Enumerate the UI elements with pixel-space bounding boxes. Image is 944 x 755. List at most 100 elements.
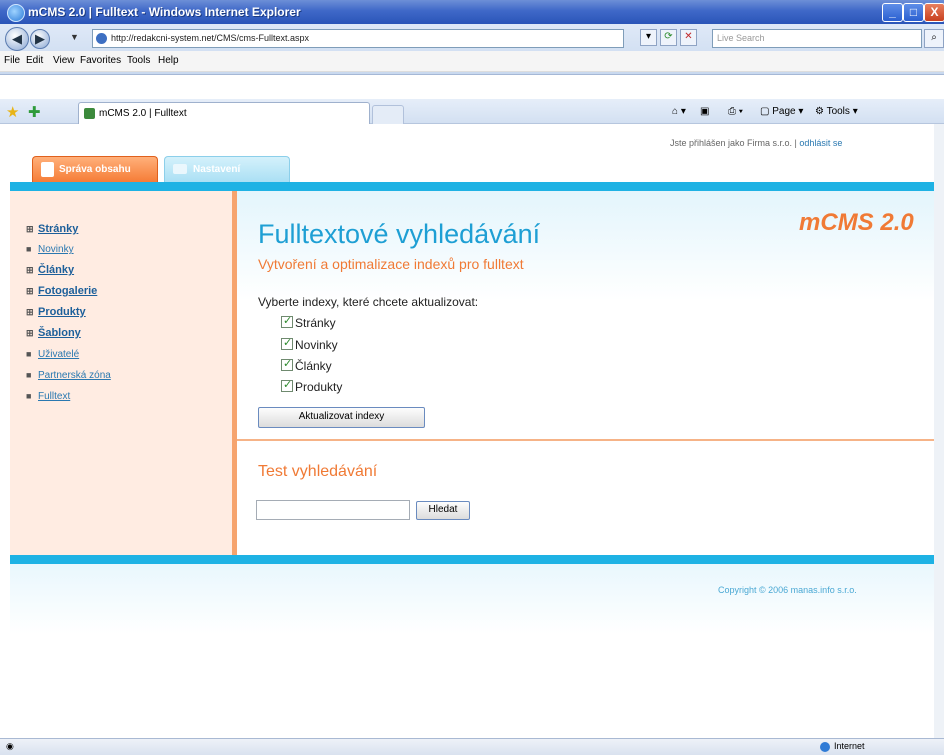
new-tab-button[interactable] bbox=[372, 105, 404, 125]
tools-menu[interactable]: ⚙ Tools ▾ bbox=[815, 106, 858, 117]
address-text: http://redakcni-system.net/CMS/cms-Fullt… bbox=[111, 33, 310, 43]
page-subtitle: Vytvoření a optimalizace indexů pro full… bbox=[258, 256, 524, 272]
browser-tab-active[interactable]: mCMS 2.0 | Fulltext bbox=[78, 102, 370, 125]
bullet-icon: ■ bbox=[26, 244, 32, 254]
expand-icon: ⊞ bbox=[26, 307, 34, 317]
expand-icon: ⊞ bbox=[26, 224, 34, 234]
sidebar-item-label: Články bbox=[38, 264, 75, 276]
update-indexes-button[interactable]: Aktualizovat indexy bbox=[258, 407, 425, 428]
tab-settings[interactable]: Nastavení bbox=[164, 156, 290, 183]
close-window-button[interactable]: X bbox=[924, 3, 944, 22]
checkbox-icon[interactable] bbox=[281, 336, 293, 350]
sidebar-item-sablony[interactable]: ⊞ Šablony bbox=[26, 327, 81, 339]
fulltext-search-input[interactable] bbox=[256, 500, 410, 520]
footer: Copyright © 2006 manas.info s.r.o. bbox=[10, 564, 934, 738]
back-button[interactable]: ◀ bbox=[5, 27, 29, 51]
bottom-accent-bar bbox=[10, 555, 934, 564]
stop-icon[interactable]: ✕ bbox=[680, 29, 697, 46]
copyright: Copyright © 2006 manas.info s.r.o. bbox=[718, 585, 857, 595]
add-favorite-icon[interactable]: ✚ bbox=[28, 103, 41, 121]
sidebar-item-label: Partnerská zóna bbox=[38, 370, 111, 381]
address-dropdown-icon[interactable]: ▾ bbox=[640, 29, 657, 46]
index-select-label: Vyberte indexy, které chcete aktualizova… bbox=[258, 295, 479, 309]
ie-icon bbox=[7, 4, 25, 22]
feeds-icon[interactable]: ▣ bbox=[700, 106, 709, 117]
minimize-button[interactable]: _ bbox=[882, 3, 903, 22]
section-divider bbox=[237, 439, 934, 441]
sidebar-item-label: Fotogalerie bbox=[38, 285, 98, 297]
page-menu[interactable]: ▢ Page ▾ bbox=[760, 106, 803, 117]
search-placeholder: Live Search bbox=[717, 33, 765, 43]
checkbox-icon[interactable] bbox=[281, 357, 293, 371]
page-title: Fulltextové vyhledávání bbox=[258, 219, 541, 249]
menu-tools[interactable]: Tools bbox=[127, 55, 150, 66]
refresh-icon[interactable]: ⟳ bbox=[660, 29, 677, 46]
history-dropdown-icon[interactable]: ▼ bbox=[70, 32, 79, 42]
bullet-icon: ■ bbox=[26, 349, 32, 359]
logout-link[interactable]: odhlásit se bbox=[799, 138, 842, 148]
settings-icon bbox=[173, 164, 187, 174]
zone-label: Internet bbox=[834, 741, 865, 751]
menu-file[interactable]: File bbox=[4, 55, 20, 66]
address-field[interactable]: http://redakcni-system.net/CMS/cms-Fullt… bbox=[92, 29, 624, 48]
sidebar-item-label: Stránky bbox=[38, 223, 79, 235]
sidebar-item-stranky[interactable]: ⊞ Stránky bbox=[26, 223, 78, 235]
expand-icon: ⊞ bbox=[26, 286, 34, 296]
web-page: Jste přihlášen jako Firma s.r.o. | odhlá… bbox=[0, 124, 944, 738]
tab-content-management-label: Správa obsahu bbox=[59, 164, 131, 175]
live-search-input[interactable]: Live Search bbox=[712, 29, 922, 48]
checkbox-label: Články bbox=[295, 359, 332, 373]
status-bar: ◉ Internet bbox=[0, 738, 944, 755]
favorites-star-icon[interactable]: ★ bbox=[6, 103, 19, 121]
window-titlebar: mCMS 2.0 | Fulltext - Windows Internet E… bbox=[0, 0, 944, 24]
search-button[interactable]: Hledat bbox=[416, 501, 470, 520]
sidebar-item-uzivatele[interactable]: ■ Uživatelé bbox=[26, 349, 79, 360]
globe-icon bbox=[820, 741, 830, 752]
tools-menu-label: Tools bbox=[826, 106, 850, 117]
sidebar-item-partnerska-zona[interactable]: ■ Partnerská zóna bbox=[26, 370, 111, 381]
sidebar: ⊞ Stránky ■ Novinky ⊞ Články ⊞ Fotogalerie ⊞… bbox=[10, 191, 232, 555]
menu-bar: File Edit View Favorites Tools Help bbox=[0, 51, 944, 72]
sidebar-item-label: Uživatelé bbox=[38, 349, 80, 360]
sidebar-item-fotogalerie[interactable]: ⊞ Fotogalerie bbox=[26, 285, 97, 297]
tab-settings-label: Nastavení bbox=[193, 164, 241, 175]
bullet-icon: ■ bbox=[26, 370, 32, 380]
page-menu-label: Page bbox=[772, 106, 796, 117]
checkbox-label: Novinky bbox=[295, 338, 338, 352]
print-icon[interactable]: ⎙ ▾ bbox=[728, 106, 743, 117]
main-content: Fulltextové vyhledávání Vytvoření a opti… bbox=[237, 191, 934, 555]
forward-button[interactable]: ▶ bbox=[30, 29, 50, 49]
sidebar-item-label: Fulltext bbox=[38, 391, 71, 402]
sidebar-item-label: Šablony bbox=[38, 327, 81, 339]
checkbox-novinky[interactable]: Novinky bbox=[281, 336, 338, 352]
brand-logo: mCMS 2.0 bbox=[799, 209, 914, 236]
login-text: Jste přihlášen jako Firma s.r.o. | bbox=[670, 138, 800, 148]
tab-page-icon bbox=[84, 108, 95, 119]
sidebar-item-label: Produkty bbox=[38, 306, 86, 318]
checkbox-stranky[interactable]: Stránky bbox=[281, 314, 336, 330]
tab-content-management[interactable]: Správa obsahu bbox=[32, 156, 158, 183]
document-icon bbox=[41, 162, 54, 177]
vertical-scrollbar[interactable] bbox=[934, 124, 944, 738]
sidebar-item-fulltext[interactable]: ■ Fulltext bbox=[26, 391, 70, 402]
home-icon[interactable]: ⌂ ▾ bbox=[672, 106, 686, 117]
checkbox-icon[interactable] bbox=[281, 378, 293, 392]
sidebar-item-novinky[interactable]: ■ Novinky bbox=[26, 244, 74, 255]
checkbox-produkty[interactable]: Produkty bbox=[281, 378, 343, 394]
sidebar-item-clanky[interactable]: ⊞ Články bbox=[26, 264, 74, 276]
favorites-bar: ★ ✚ mCMS 2.0 | Fulltext ⌂ ▾ ▣ ⎙ ▾ ▢ Page… bbox=[0, 99, 944, 125]
top-accent-bar bbox=[10, 182, 934, 191]
menu-help[interactable]: Help bbox=[158, 55, 179, 66]
menu-favorites[interactable]: Favorites bbox=[80, 55, 121, 66]
search-icon[interactable]: ⌕ bbox=[924, 29, 944, 48]
checkbox-clanky[interactable]: Články bbox=[281, 357, 332, 373]
menu-view[interactable]: View bbox=[53, 55, 75, 66]
menu-edit[interactable]: Edit bbox=[26, 55, 43, 66]
checkbox-label: Produkty bbox=[295, 380, 343, 394]
status-page-icon: ◉ bbox=[6, 741, 14, 751]
login-info: Jste přihlášen jako Firma s.r.o. | odhlá… bbox=[670, 138, 842, 148]
maximize-button[interactable]: □ bbox=[903, 3, 924, 22]
checkbox-icon[interactable] bbox=[281, 314, 293, 328]
sidebar-item-produkty[interactable]: ⊞ Produkty bbox=[26, 306, 86, 318]
security-zone: Internet bbox=[820, 741, 865, 752]
